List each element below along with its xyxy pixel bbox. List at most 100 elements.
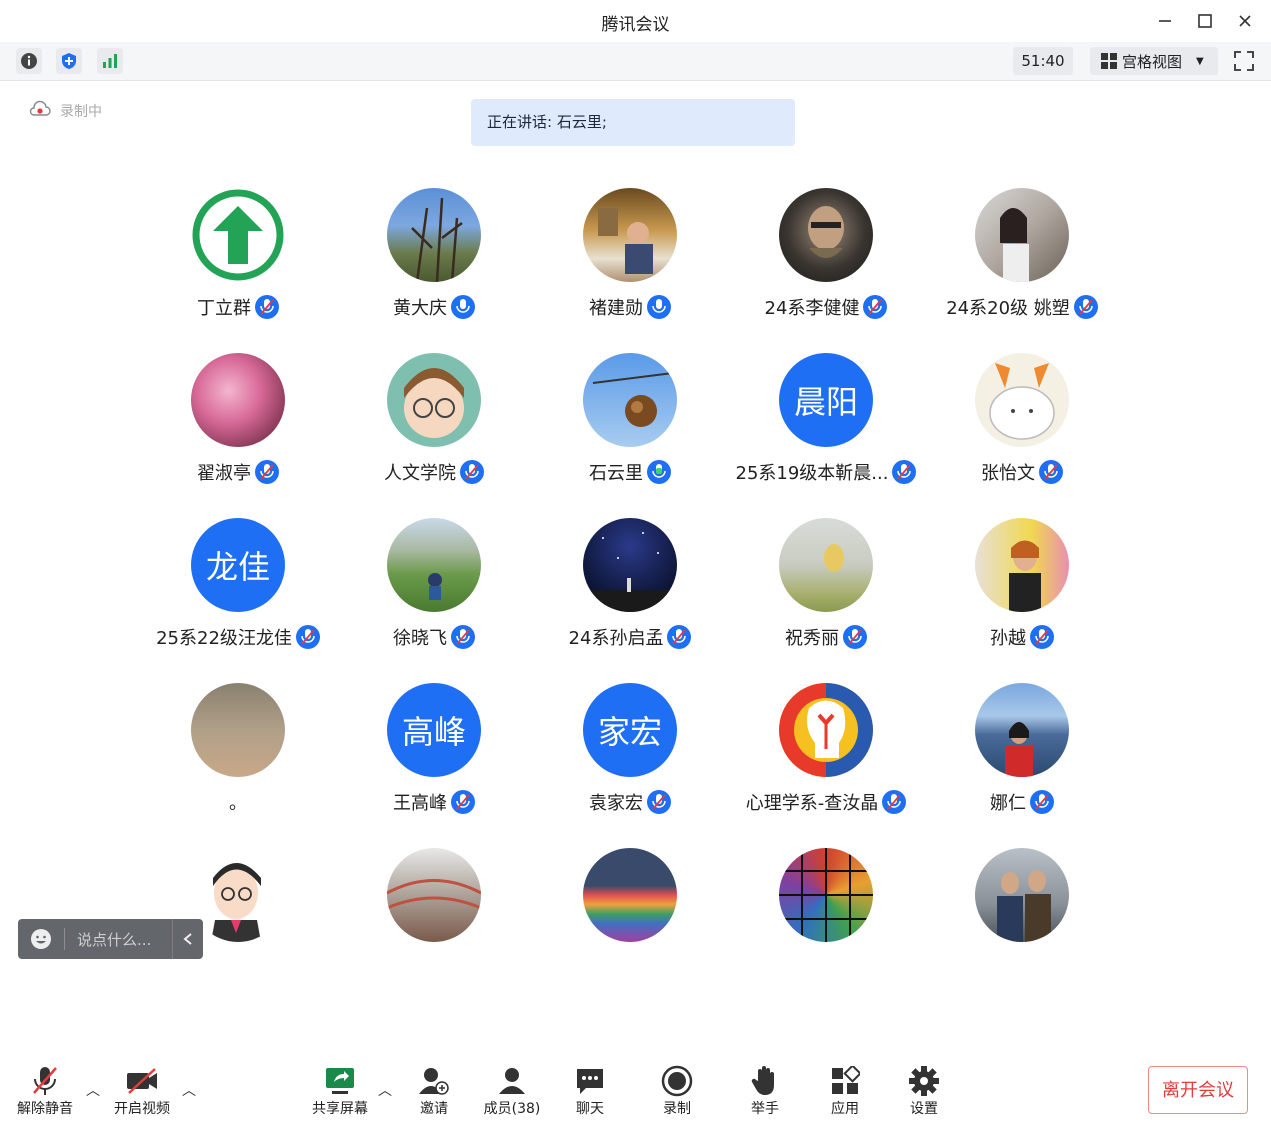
- mic-muted-icon: [255, 460, 279, 484]
- avatar: [779, 683, 873, 777]
- avatar: [191, 188, 285, 282]
- invite-button[interactable]: 邀请: [399, 1064, 469, 1118]
- mic-muted-icon: [863, 295, 888, 319]
- unmute-label: 解除静音: [17, 1101, 73, 1117]
- quick-chat-bar[interactable]: 说点什么...: [18, 919, 203, 959]
- mic-muted-icon: [843, 625, 867, 649]
- signal-bars-icon[interactable]: [97, 48, 123, 74]
- participant-tile[interactable]: 祝秀丽: [728, 516, 924, 681]
- avatar: [191, 848, 285, 942]
- participant-tile[interactable]: 家宏 袁家宏: [532, 681, 728, 846]
- avatar: [583, 188, 677, 282]
- apps-icon: [810, 1064, 880, 1098]
- members-label: 成员(38): [483, 1101, 541, 1117]
- participant-tile[interactable]: 张怡文: [924, 351, 1120, 516]
- participant-tile[interactable]: 翟淑亭: [140, 351, 336, 516]
- participant-tile[interactable]: [336, 846, 532, 956]
- participant-name: 24系李健健: [764, 298, 860, 319]
- view-selector[interactable]: 宫格视图 ▼: [1090, 47, 1218, 75]
- raise-hand-button[interactable]: 举手: [730, 1064, 800, 1118]
- participant-tile[interactable]: 龙佳 25系22级汪龙佳: [140, 516, 336, 681]
- close-icon[interactable]: [1230, 8, 1260, 34]
- leave-meeting-button[interactable]: 离开会议: [1148, 1066, 1248, 1114]
- avatar: 家宏: [583, 683, 677, 777]
- participant-tile[interactable]: 孙越: [924, 516, 1120, 681]
- participant-tile[interactable]: 高峰 王高峰: [336, 681, 532, 846]
- chevron-left-icon[interactable]: [173, 932, 203, 946]
- participant-tile[interactable]: 黄大庆: [336, 186, 532, 351]
- share-screen-label: 共享屏幕: [312, 1101, 368, 1117]
- mic-muted-icon: [451, 790, 475, 814]
- recording-indicator: 录制中: [28, 100, 102, 122]
- info-icon[interactable]: [16, 48, 42, 74]
- security-shield-icon[interactable]: [56, 48, 82, 74]
- participant-name: 石云里: [589, 463, 643, 484]
- mic-muted-icon: [1039, 460, 1063, 484]
- start-video-button[interactable]: 开启视频: [107, 1064, 177, 1118]
- participant-name: 丁立群: [197, 298, 251, 319]
- avatar: [975, 188, 1069, 282]
- chevron-up-icon[interactable]: ︿: [182, 1080, 196, 1100]
- participant-tile[interactable]: 石云里: [532, 351, 728, 516]
- raise-hand-icon: [730, 1064, 800, 1098]
- participant-tile[interactable]: 娜仁: [924, 681, 1120, 846]
- divider: [64, 928, 65, 950]
- participant-tile[interactable]: 24系孙启孟: [532, 516, 728, 681]
- participant-tile[interactable]: 人文学院: [336, 351, 532, 516]
- participant-name: 张怡文: [981, 463, 1035, 484]
- participant-tile[interactable]: 24系李健健: [728, 186, 924, 351]
- record-label: 录制: [663, 1101, 691, 1117]
- avatar: [191, 683, 285, 777]
- avatar: [779, 188, 873, 282]
- minimize-icon[interactable]: [1150, 8, 1180, 34]
- chevron-down-icon: ▼: [1196, 55, 1204, 67]
- mic-speaking-icon: [647, 460, 671, 484]
- participant-tile[interactable]: [924, 846, 1120, 956]
- avatar: [779, 848, 873, 942]
- mic-icon: [451, 295, 475, 319]
- window-title: 腾讯会议: [601, 15, 670, 35]
- participant-name: 褚建勋: [589, 298, 643, 319]
- participant-tile[interactable]: [532, 846, 728, 956]
- record-button[interactable]: 录制: [642, 1064, 712, 1118]
- cloud-record-icon: [28, 100, 52, 122]
- mic-muted-icon: [451, 625, 475, 649]
- participant-name: 黄大庆: [393, 298, 447, 319]
- mic-muted-icon: [1030, 790, 1054, 814]
- mic-muted-icon: [1073, 295, 1098, 319]
- participant-tile[interactable]: 心理学系-查汝晶: [728, 681, 924, 846]
- chevron-up-icon[interactable]: ︿: [86, 1080, 100, 1100]
- settings-button[interactable]: 设置: [889, 1064, 959, 1118]
- maximize-icon[interactable]: [1190, 8, 1220, 34]
- participant-name: 。: [229, 793, 247, 814]
- participant-name: 王高峰: [393, 793, 447, 814]
- participant-tile[interactable]: [728, 846, 924, 956]
- participant-tile[interactable]: 24系20级 姚塑: [924, 186, 1120, 351]
- share-screen-button[interactable]: 共享屏幕: [305, 1064, 375, 1118]
- share-screen-icon: [305, 1064, 375, 1098]
- members-button[interactable]: 成员(38): [477, 1064, 547, 1118]
- participant-tile[interactable]: 褚建勋: [532, 186, 728, 351]
- fullscreen-icon[interactable]: [1232, 49, 1256, 73]
- mic-muted-icon: [10, 1064, 80, 1098]
- participant-tile[interactable]: 晨阳 25系19级本靳晨...: [728, 351, 924, 516]
- grid-view-icon: [1100, 52, 1118, 70]
- participant-name: 心理学系-查汝晶: [745, 793, 879, 814]
- participant-tile[interactable]: 丁立群: [140, 186, 336, 351]
- chat-button[interactable]: 聊天: [555, 1064, 625, 1118]
- participant-tile[interactable]: 徐晓飞: [336, 516, 532, 681]
- participant-name: 孙越: [990, 628, 1026, 649]
- avatar: [583, 518, 677, 612]
- mic-muted-icon: [882, 790, 907, 814]
- unmute-button[interactable]: 解除静音: [10, 1064, 80, 1118]
- emoji-icon[interactable]: [30, 928, 52, 950]
- invite-label: 邀请: [420, 1101, 448, 1117]
- participant-name: 24系20级 姚塑: [946, 298, 1070, 319]
- apps-button[interactable]: 应用: [810, 1064, 880, 1118]
- chevron-up-icon[interactable]: ︿: [378, 1080, 392, 1100]
- invite-user-icon: [399, 1064, 469, 1098]
- participant-name: 25系22级汪龙佳: [156, 628, 292, 649]
- title-bar: 腾讯会议: [0, 0, 1271, 42]
- participant-tile[interactable]: 。: [140, 681, 336, 846]
- chat-input-placeholder[interactable]: 说点什么...: [77, 929, 172, 950]
